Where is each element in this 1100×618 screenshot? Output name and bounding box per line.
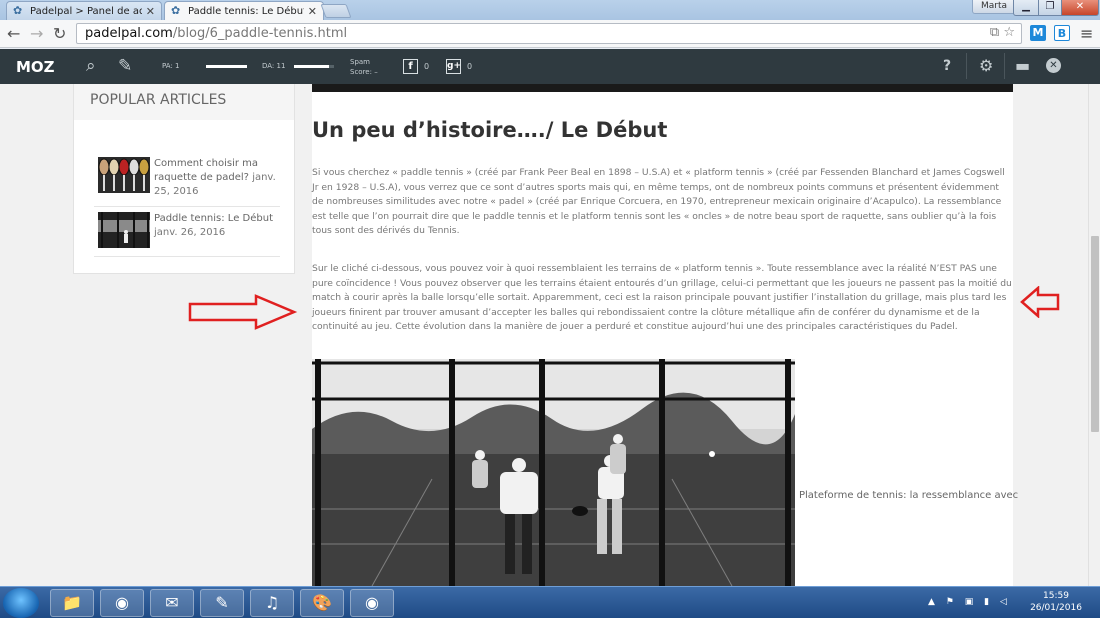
- spotify-icon[interactable]: ♫: [250, 589, 294, 617]
- google-plus-icon[interactable]: g+: [446, 59, 461, 74]
- reload-icon[interactable]: ↻: [53, 24, 66, 44]
- browser-toolbar: ← → ↻ padelpal.com/blog/6_paddle-tennis.…: [0, 20, 1100, 48]
- tab-title: Paddle tennis: Le Début: [188, 5, 304, 17]
- photo-caption: Plateforme de tennis: la ressemblance av…: [799, 490, 1019, 501]
- facebook-count: 0: [424, 62, 430, 71]
- padelpal-favicon-icon: ✿: [171, 4, 181, 17]
- minimize-button[interactable]: ▁: [1013, 0, 1039, 16]
- chrome-icon[interactable]: ◉: [100, 589, 144, 617]
- chrome-menu-icon[interactable]: ≡: [1080, 24, 1093, 43]
- tab-close-icon[interactable]: ✕: [146, 5, 155, 18]
- moz-close-icon[interactable]: ✕: [1046, 58, 1061, 73]
- start-button[interactable]: [3, 588, 39, 618]
- chrome-profile-icon[interactable]: ◉: [350, 589, 394, 617]
- article-thumbnail[interactable]: [98, 212, 150, 248]
- article-item[interactable]: Comment choisir ma raquette de padel? ja…: [98, 157, 282, 201]
- spam-score: Spam Score: –: [350, 57, 378, 77]
- maximize-button[interactable]: ❐: [1038, 0, 1062, 16]
- help-icon[interactable]: ?: [943, 58, 951, 74]
- court-thumbnail-image: [98, 212, 150, 248]
- page-scrollbar[interactable]: [1088, 84, 1100, 586]
- notepad-icon[interactable]: ✎: [200, 589, 244, 617]
- vintage-court-image: [312, 359, 795, 586]
- moz-toolbar: MOZ ⌕ ✎ PA: 1 DA: 11 Spam Score: – f 0 g…: [0, 49, 1100, 84]
- popular-articles-widget: POPULAR ARTICLES Comment choisir ma raqu…: [73, 84, 295, 274]
- platform-tennis-photo: [312, 359, 795, 586]
- padelpal-favicon-icon: ✿: [13, 4, 23, 17]
- header-image-strip: [312, 84, 1013, 92]
- tab-title: Padelpal > Panel de admi: [30, 5, 142, 17]
- pa-label: PA: 1: [162, 62, 180, 70]
- tab-close-icon[interactable]: ✕: [308, 5, 317, 18]
- article-date: janv. 26, 2016: [154, 227, 226, 238]
- left-arrow-annotation-icon: [1020, 286, 1060, 318]
- browser-title-bar: ✿ Padelpal > Panel de admi ✕ ✿ Paddle te…: [0, 0, 1100, 20]
- article-title[interactable]: Comment choisir ma raquette de padel? ja…: [154, 157, 284, 199]
- highlight-pencil-icon[interactable]: ✎: [118, 56, 132, 76]
- url-path: /blog/6_paddle-tennis.html: [172, 26, 348, 41]
- scrollbar-thumb[interactable]: [1091, 236, 1099, 432]
- da-label: DA: 11: [262, 62, 286, 70]
- extension-m-icon[interactable]: M: [1030, 25, 1046, 41]
- outlook-icon[interactable]: ✉: [150, 589, 194, 617]
- extension-b-icon[interactable]: B: [1054, 25, 1070, 41]
- moz-logo[interactable]: MOZ: [16, 58, 55, 76]
- windows-taskbar: 📁 ◉ ✉ ✎ ♫ 🎨 ◉ ▲ ⚑ ▣ ▮ ◁ 15:59 26/01/2016: [0, 586, 1100, 618]
- pa-meter: [206, 65, 247, 68]
- right-arrow-annotation-icon: [188, 294, 298, 330]
- screen: ✿ Padelpal > Panel de admi ✕ ✿ Paddle te…: [0, 0, 1100, 618]
- article-content: Un peu d’histoire…./ Le Début Si vous ch…: [312, 84, 1018, 586]
- system-tray-icons[interactable]: ▲ ⚑ ▣ ▮ ◁: [928, 597, 1011, 607]
- widget-title: POPULAR ARTICLES: [90, 92, 227, 108]
- tab-paddle-tennis[interactable]: ✿ Paddle tennis: Le Début ✕: [164, 1, 324, 20]
- explorer-icon[interactable]: 📁: [50, 589, 94, 617]
- clock-time: 15:59: [1043, 591, 1069, 601]
- page-analysis-icon[interactable]: ⌕: [86, 56, 96, 76]
- taskbar-clock[interactable]: 15:59 26/01/2016: [1028, 590, 1084, 614]
- address-bar[interactable]: padelpal.com/blog/6_paddle-tennis.html ⧉…: [76, 23, 1022, 44]
- moz-separator: [1004, 53, 1005, 79]
- clock-date: 26/01/2016: [1030, 603, 1082, 613]
- spam-score-value: –: [374, 68, 378, 76]
- article-paragraph-1: Si vous cherchez « paddle tennis » (créé…: [312, 167, 1005, 236]
- article-title[interactable]: Paddle tennis: Le Début janv. 26, 2016: [154, 212, 284, 240]
- spam-label: Spam: [350, 58, 370, 66]
- article-divider: [94, 206, 280, 207]
- profile-user-badge[interactable]: Marta: [972, 0, 1017, 14]
- close-window-button[interactable]: ✕: [1061, 0, 1099, 16]
- tab-padelpal-admin[interactable]: ✿ Padelpal > Panel de admi ✕: [6, 1, 162, 20]
- da-meter-fill: [294, 65, 330, 68]
- forward-arrow-icon[interactable]: →: [30, 24, 43, 44]
- google-plus-count: 0: [467, 62, 473, 71]
- back-arrow-icon[interactable]: ←: [7, 24, 20, 44]
- page-viewport: POPULAR ARTICLES Comment choisir ma raqu…: [0, 84, 1088, 586]
- article-heading: Un peu d’histoire…./ Le Début: [312, 118, 668, 142]
- article-item[interactable]: Paddle tennis: Le Début janv. 26, 2016: [98, 212, 282, 250]
- url-host: padelpal.com: [85, 26, 173, 41]
- da-meter: [294, 65, 334, 68]
- settings-gear-icon[interactable]: ⚙: [979, 56, 993, 75]
- spam-score-label: Score: –: [350, 68, 378, 76]
- moz-separator: [966, 53, 967, 79]
- new-tab-button[interactable]: [320, 4, 352, 18]
- widget-header: POPULAR ARTICLES: [74, 84, 294, 120]
- facebook-icon[interactable]: f: [403, 59, 418, 74]
- article-divider: [94, 256, 280, 257]
- bookmark-star-icon[interactable]: ⧉ ☆: [990, 26, 1015, 40]
- pa-meter-fill: [206, 65, 247, 68]
- paint-icon[interactable]: 🎨: [300, 589, 344, 617]
- article-thumbnail[interactable]: [98, 157, 150, 193]
- rackets-thumbnail-image: [98, 157, 150, 193]
- article-paragraph-2: Sur le cliché ci-dessous, vous pouvez vo…: [312, 263, 1012, 332]
- collapse-bar-icon[interactable]: ▬: [1015, 56, 1030, 75]
